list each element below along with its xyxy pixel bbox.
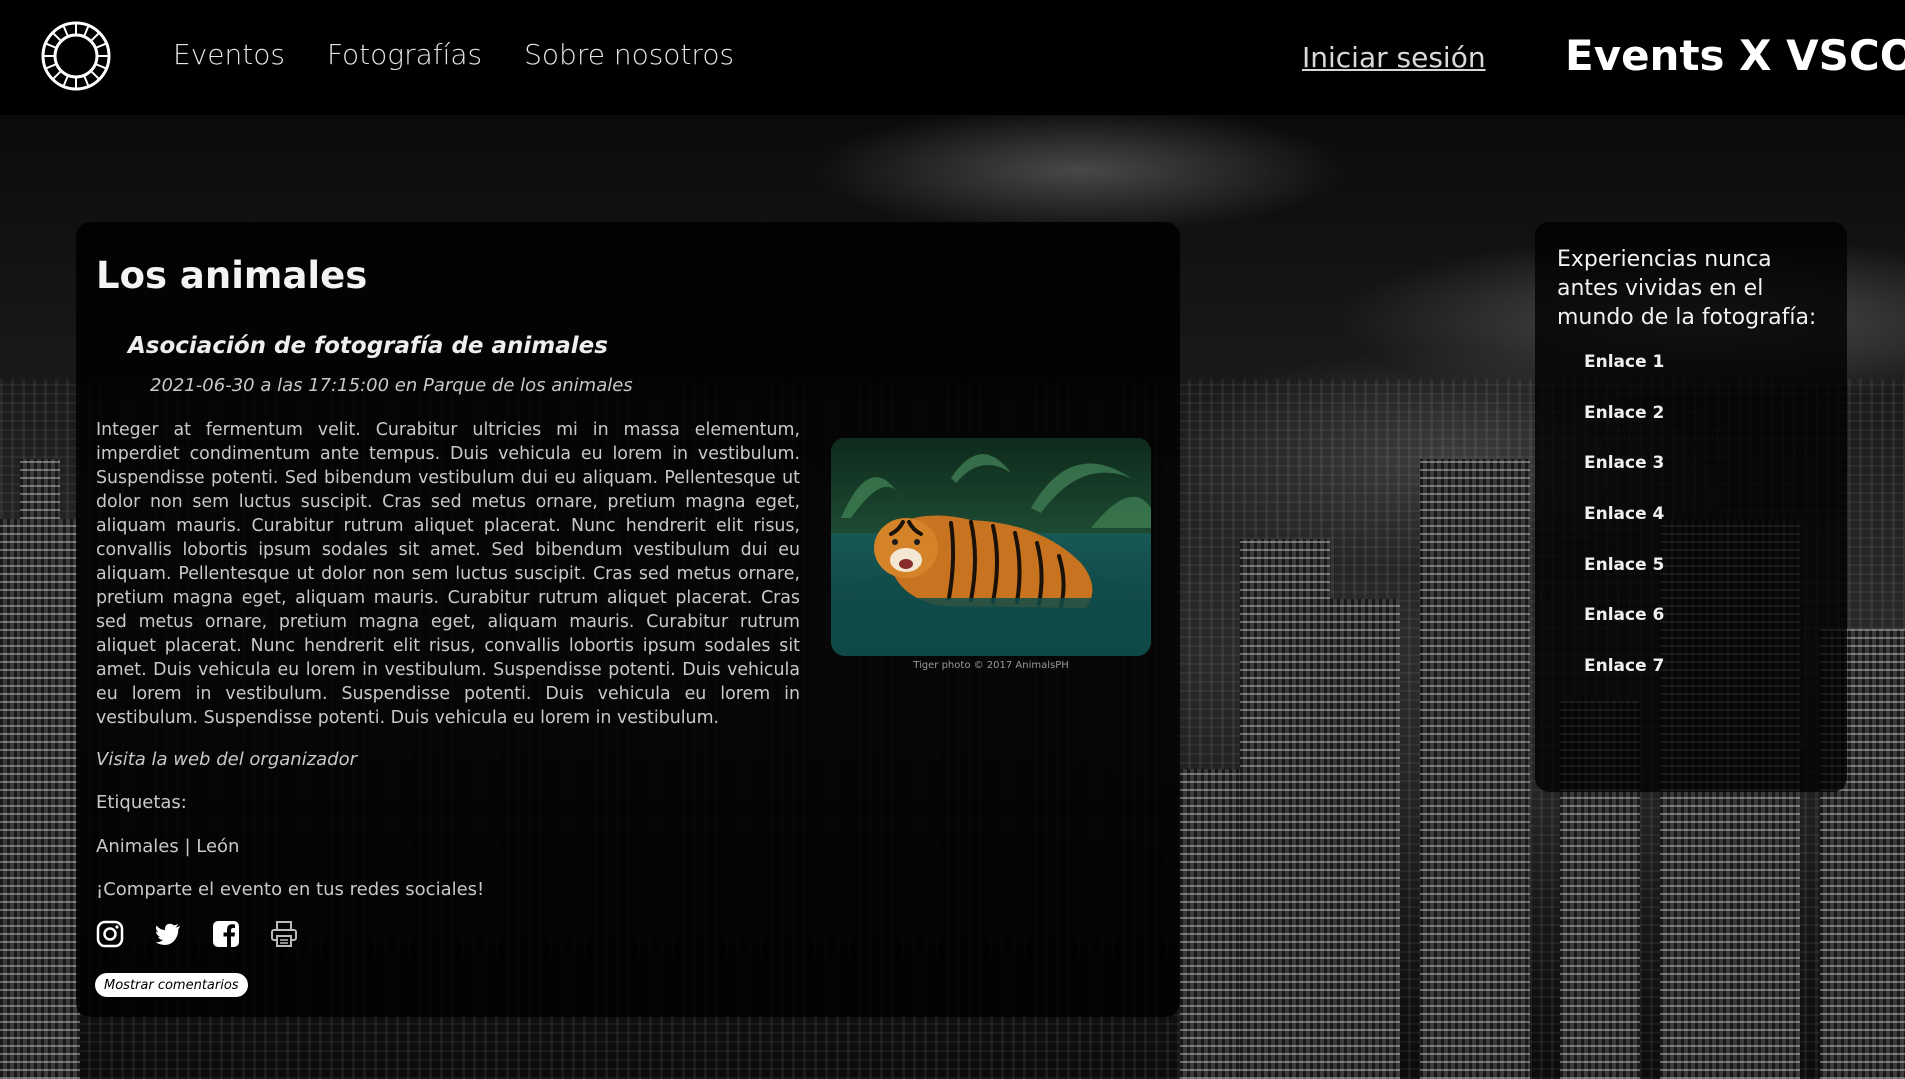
sidebar-link-item: Enlace 2 — [1584, 403, 1664, 454]
sidebar-link-3[interactable]: Enlace 3 — [1584, 453, 1664, 473]
photo-caption: Tiger photo © 2017 AnimalsPH — [913, 660, 1069, 671]
nav-item-fotografias[interactable]: Fotografías — [327, 38, 482, 71]
share-text: ¡Comparte el evento en tus redes sociale… — [96, 879, 485, 900]
nav-item-sobre-nosotros[interactable]: Sobre nosotros — [524, 38, 734, 71]
building — [20, 459, 60, 1079]
tags-label: Etiquetas: — [96, 792, 187, 813]
print-icon[interactable] — [270, 920, 298, 948]
sidebar-link-5[interactable]: Enlace 5 — [1584, 555, 1664, 575]
sidebar-link-item: Enlace 3 — [1584, 453, 1664, 504]
sidebar-link-1[interactable]: Enlace 1 — [1584, 352, 1664, 372]
sidebar-link-7[interactable]: Enlace 7 — [1584, 656, 1664, 676]
sidebar-link-item: Enlace 1 — [1584, 352, 1664, 403]
sidebar-link-item: Enlace 4 — [1584, 504, 1664, 555]
sidebar-link-6[interactable]: Enlace 6 — [1584, 605, 1664, 625]
building — [1420, 459, 1530, 1079]
site-header: Eventos Fotografías Sobre nosotros Inici… — [0, 0, 1905, 115]
event-subtitle: Asociación de fotografía de animales — [128, 333, 608, 359]
page: Eventos Fotografías Sobre nosotros Inici… — [0, 0, 1905, 1079]
facebook-icon[interactable] — [212, 920, 240, 948]
sidebar-link-item: Enlace 7 — [1584, 656, 1664, 707]
nav-item-eventos[interactable]: Eventos — [173, 38, 285, 71]
show-comments-button[interactable]: Mostrar comentarios — [95, 973, 248, 997]
sidebar-link-4[interactable]: Enlace 4 — [1584, 504, 1664, 524]
sidebar-title: Experiencias nunca antes vividas en el m… — [1557, 247, 1817, 330]
event-datetime: 2021-06-30 a las 17:15:00 en Parque de l… — [150, 375, 633, 396]
tiger-photo — [831, 438, 1151, 656]
event-tags: Animales | León — [96, 836, 240, 857]
event-title: Los animales — [96, 254, 368, 297]
building — [1180, 769, 1240, 1079]
sidebar-link-2[interactable]: Enlace 2 — [1584, 403, 1664, 423]
sidebar-links: Enlace 1 Enlace 2 Enlace 3 Enlace 4 Enla… — [1584, 352, 1664, 707]
main-nav: Eventos Fotografías Sobre nosotros — [173, 38, 734, 71]
login-link[interactable]: Iniciar sesión — [1302, 41, 1486, 74]
building — [1240, 539, 1330, 1079]
social-icons — [96, 920, 298, 948]
organizer-link[interactable]: Visita la web del organizador — [96, 749, 357, 770]
event-description: Integer at fermentum velit. Curabitur ul… — [96, 420, 800, 728]
sidebar-link-item: Enlace 5 — [1584, 555, 1664, 606]
instagram-icon[interactable] — [96, 920, 124, 948]
vsco-logo-icon[interactable] — [40, 20, 112, 92]
twitter-icon[interactable] — [154, 920, 182, 948]
site-brand: Events X VSCO — [1565, 31, 1905, 80]
sidebar-link-item: Enlace 6 — [1584, 605, 1664, 656]
building — [1330, 599, 1400, 1079]
